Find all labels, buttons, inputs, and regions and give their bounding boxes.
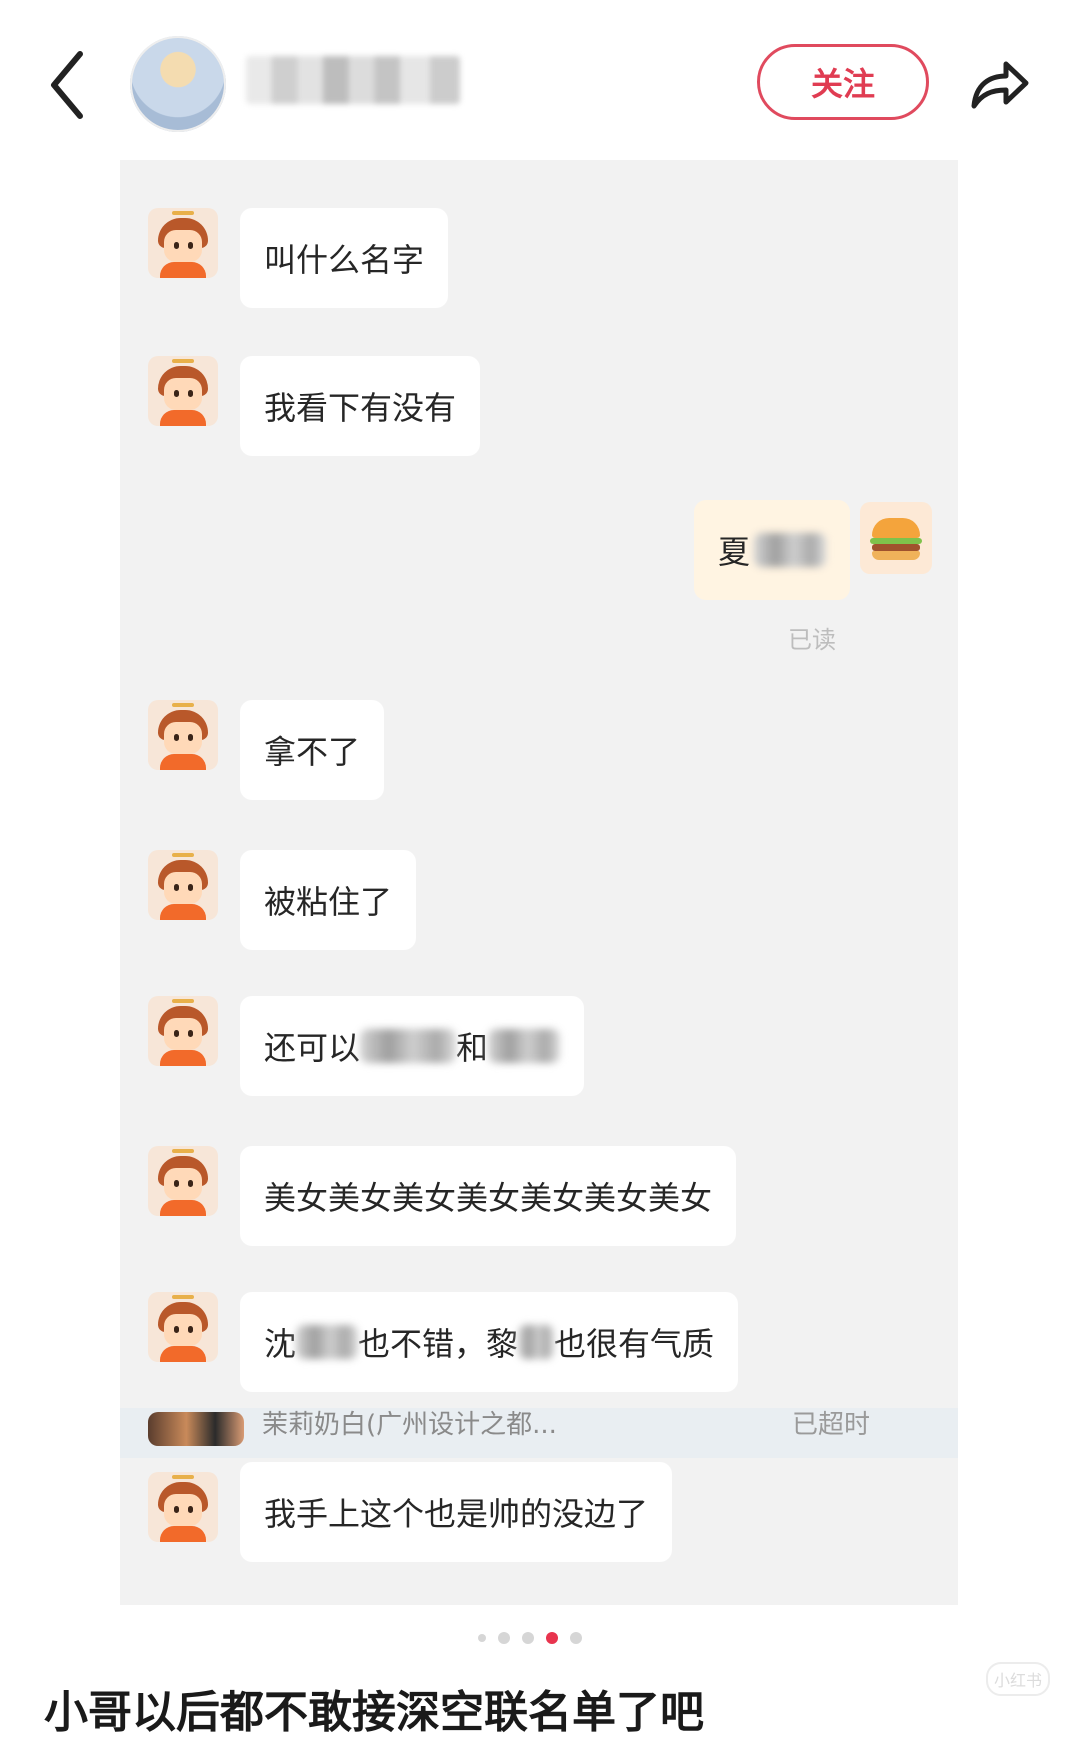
order-info-strip: 茉莉奶白(广州设计之都... 已超时 (120, 1408, 958, 1458)
author-name-blurred[interactable] (246, 56, 460, 104)
sender-avatar (148, 1292, 218, 1362)
share-arrow-icon (971, 61, 1029, 109)
sender-avatar (148, 996, 218, 1066)
message-text-part: 也很有气质 (554, 1325, 715, 1363)
carousel-dot-active[interactable] (546, 1632, 558, 1644)
message-bubble: 还可以 和 (240, 996, 585, 1096)
message-bubble: 叫什么名字 (240, 208, 449, 308)
message-bubble: 沈 也不错，黎 也很有气质 (240, 1292, 739, 1392)
follow-button[interactable]: 关注 (757, 44, 929, 120)
carousel-dot[interactable] (570, 1632, 582, 1644)
order-shop-name: 茉莉奶白(广州设计之都... (262, 1410, 557, 1440)
carousel-dot[interactable] (522, 1632, 534, 1644)
sender-avatar (148, 700, 218, 770)
message-text-part: 也不错，黎 (358, 1325, 519, 1363)
carousel-dot[interactable] (478, 1634, 486, 1642)
back-button[interactable] (40, 40, 100, 130)
message-bubble: 拿不了 (240, 700, 385, 800)
message-bubble: 我看下有没有 (240, 356, 481, 456)
watermark: 小红书 (986, 1662, 1050, 1696)
back-chevron-icon (51, 51, 83, 119)
sender-avatar (148, 1472, 218, 1542)
sender-avatar (148, 208, 218, 278)
blurred-name (360, 1029, 457, 1063)
share-button[interactable] (964, 48, 1034, 118)
self-avatar-burger-icon (860, 502, 932, 574)
chat-screenshot: 叫什么名字 我看下有没有 夏 已读 拿不了 被粘住了 还可以 和 美女美女美女美… (120, 160, 958, 1605)
blurred-name (296, 1325, 359, 1359)
sender-avatar (148, 850, 218, 920)
read-status: 已读 (788, 626, 836, 654)
self-message-bubble: 夏 (694, 500, 851, 600)
sender-avatar (148, 356, 218, 426)
sender-avatar (148, 1146, 218, 1216)
self-message-text: 夏 (718, 533, 751, 571)
carousel-dot[interactable] (498, 1632, 510, 1644)
carousel-indicator (478, 1631, 602, 1645)
order-status: 已超时 (792, 1410, 871, 1440)
order-thumbnail (148, 1412, 244, 1446)
blurred-name (518, 1325, 555, 1359)
blurred-name (488, 1029, 561, 1063)
message-text-part: 还可以 (264, 1029, 361, 1067)
blurred-name (754, 533, 827, 567)
post-title: 小哥以后都不敢接深空联名单了吧 (44, 1687, 704, 1738)
message-bubble: 美女美女美女美女美女美女美女 (240, 1146, 737, 1246)
author-avatar[interactable] (130, 36, 226, 132)
message-bubble: 被粘住了 (240, 850, 417, 950)
message-bubble: 我手上这个也是帅的没边了 (240, 1462, 673, 1562)
message-text-part: 沈 (264, 1325, 297, 1363)
message-text-part: 和 (456, 1029, 489, 1067)
